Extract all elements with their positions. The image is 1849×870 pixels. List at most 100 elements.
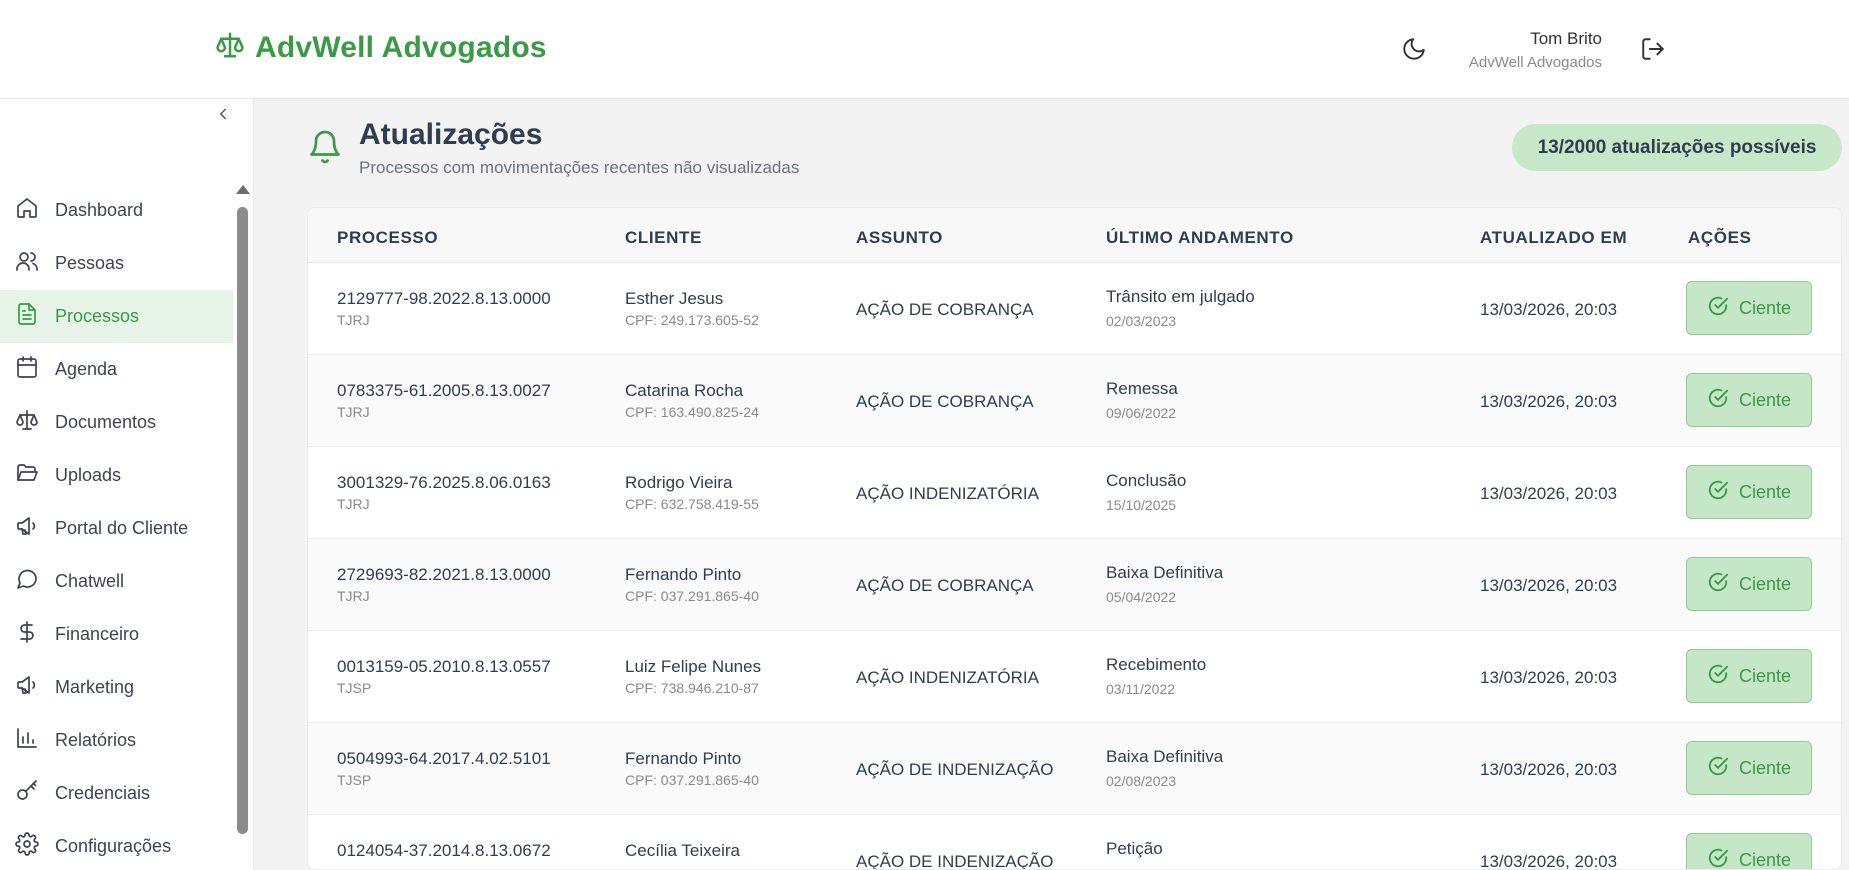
table-row[interactable]: 0124054-37.2014.8.13.0672 Cecília Teixei…: [308, 815, 1841, 870]
sidebar-item-configuracoes[interactable]: Configurações: [0, 820, 233, 870]
last-movement: Conclusão: [1106, 471, 1187, 490]
last-movement-date: 02/03/2023: [1106, 313, 1177, 329]
top-bar: AdvWell Advogados Tom Brito AdvWell Advo…: [0, 0, 1849, 99]
ciente-button[interactable]: Ciente: [1686, 373, 1812, 427]
updates-quota-badge: 13/2000 atualizações possíveis: [1512, 124, 1842, 171]
sidebar-item-agenda[interactable]: Agenda: [0, 343, 233, 396]
calendar-icon: [15, 355, 39, 384]
check-circle-icon: [1707, 755, 1729, 782]
process-number[interactable]: 2129777-98.2022.8.13.0000: [337, 289, 551, 309]
client-name: Fernando Pinto: [625, 565, 742, 584]
check-circle-icon: [1707, 663, 1729, 690]
check-circle-icon: [1707, 387, 1729, 414]
page-title: Atualizações: [359, 118, 543, 151]
updated-at: 13/03/2026, 20:03: [1480, 300, 1618, 319]
sidebar-item-financeiro[interactable]: Financeiro: [0, 608, 233, 661]
ciente-button[interactable]: Ciente: [1686, 649, 1812, 703]
client-cpf: CPF: 037.291.865-40: [625, 772, 759, 788]
updated-at: 13/03/2026, 20:03: [1480, 852, 1618, 870]
ciente-button[interactable]: Ciente: [1686, 465, 1812, 519]
client-name: Cecília Teixeira: [625, 841, 740, 860]
ciente-button[interactable]: Ciente: [1686, 741, 1812, 795]
collapse-sidebar-chevron-left-icon[interactable]: [214, 105, 232, 128]
column-header-atualizado-em: ATUALIZADO EM: [1480, 228, 1628, 247]
updated-at: 13/03/2026, 20:03: [1480, 668, 1618, 687]
ciente-button-label: Ciente: [1738, 757, 1792, 778]
sidebar-item-label: Marketing: [55, 677, 135, 697]
sidebar-item-dashboard[interactable]: Dashboard: [0, 184, 233, 237]
table-row[interactable]: 0013159-05.2010.8.13.0557 TJSP Luiz Feli…: [308, 631, 1841, 723]
ciente-button-label: Ciente: [1738, 849, 1792, 870]
process-number[interactable]: 0124054-37.2014.8.13.0672: [337, 841, 551, 861]
client-cpf: CPF: 249.173.605-52: [625, 312, 759, 328]
bar-chart-icon: [15, 726, 39, 755]
table-row[interactable]: 2729693-82.2021.8.13.0000 TJRJ Fernando …: [308, 539, 1841, 631]
table-row[interactable]: 3001329-76.2025.8.06.0163 TJRJ Rodrigo V…: [308, 447, 1841, 539]
ciente-button-label: Ciente: [1738, 297, 1792, 318]
sidebar-item-pessoas[interactable]: Pessoas: [0, 237, 233, 290]
chat-bubble-icon: [15, 567, 39, 596]
last-movement-date: 09/06/2022: [1106, 405, 1177, 421]
column-header-processo: PROCESSO: [337, 228, 439, 247]
sidebar-item-processos[interactable]: Processos: [0, 290, 233, 343]
sidebar-item-label: Documentos: [55, 412, 157, 432]
table-row[interactable]: 0504993-64.2017.4.02.5101 TJSP Fernando …: [308, 723, 1841, 815]
user-name: Tom Brito: [1530, 29, 1602, 48]
sidebar-item-relatorios[interactable]: Relatórios: [0, 714, 233, 767]
court: TJRJ: [337, 496, 370, 512]
check-circle-icon: [1707, 571, 1729, 598]
sidebar-item-label: Configurações: [55, 836, 172, 856]
logout-icon[interactable]: [1640, 36, 1666, 67]
sidebar-item-uploads[interactable]: Uploads: [0, 449, 233, 502]
file-text-icon: [15, 302, 39, 331]
folder-open-icon: [15, 461, 39, 490]
sidebar-item-label: Portal do Cliente: [55, 518, 189, 538]
sidebar-item-marketing[interactable]: Marketing: [0, 661, 233, 714]
last-movement: Baixa Definitiva: [1106, 747, 1224, 766]
brand[interactable]: AdvWell Advogados: [215, 30, 547, 65]
last-movement: Remessa: [1106, 379, 1178, 398]
ciente-button-label: Ciente: [1738, 665, 1792, 686]
updates-table: PROCESSO CLIENTE ASSUNTO ÚLTIMO ANDAMENT…: [307, 207, 1842, 870]
sidebar-item-credenciais[interactable]: Credenciais: [0, 767, 233, 820]
process-number[interactable]: 0013159-05.2010.8.13.0557: [337, 657, 551, 677]
sidebar-scrollbar-thumb[interactable]: [237, 207, 248, 834]
megaphone-icon: [15, 514, 39, 543]
theme-toggle-moon-icon[interactable]: [1401, 36, 1427, 67]
home-icon: [15, 196, 39, 225]
ciente-button[interactable]: Ciente: [1686, 281, 1812, 335]
ciente-button[interactable]: Ciente: [1686, 557, 1812, 611]
page-subtitle: Processos com movimentações recentes não…: [359, 158, 800, 177]
subject: AÇÃO DE COBRANÇA: [856, 300, 1034, 319]
updated-at: 13/03/2026, 20:03: [1480, 760, 1618, 779]
user-organization: AdvWell Advogados: [1468, 54, 1602, 71]
megaphone-icon: [15, 673, 39, 702]
process-number[interactable]: 2729693-82.2021.8.13.0000: [337, 565, 551, 585]
sidebar-item-chatwell[interactable]: Chatwell: [0, 555, 233, 608]
column-header-ultimo-andamento: ÚLTIMO ANDAMENTO: [1106, 228, 1294, 247]
process-number[interactable]: 0504993-64.2017.4.02.5101: [337, 749, 551, 769]
scrollbar-up-arrow[interactable]: [236, 185, 250, 194]
subject: AÇÃO DE COBRANÇA: [856, 392, 1034, 411]
column-header-assunto: ASSUNTO: [856, 228, 944, 247]
court: TJRJ: [337, 312, 370, 328]
process-number[interactable]: 3001329-76.2025.8.06.0163: [337, 473, 551, 493]
updated-at: 13/03/2026, 20:03: [1480, 576, 1618, 595]
user-info[interactable]: Tom Brito AdvWell Advogados: [1469, 29, 1602, 71]
updated-at: 13/03/2026, 20:03: [1480, 392, 1618, 411]
sidebar-item-label: Dashboard: [55, 200, 144, 220]
sidebar-item-documentos[interactable]: Documentos: [0, 396, 233, 449]
scale-icon: [15, 408, 39, 437]
court: TJSP: [337, 772, 372, 788]
column-header-cliente: CLIENTE: [625, 228, 702, 247]
ciente-button[interactable]: Ciente: [1686, 833, 1812, 870]
process-number[interactable]: 0783375-61.2005.8.13.0027: [337, 381, 551, 401]
court: TJRJ: [337, 404, 370, 420]
subject: AÇÃO INDENIZATÓRIA: [856, 484, 1039, 503]
sidebar-item-label: Credenciais: [55, 783, 151, 803]
table-row[interactable]: 0783375-61.2005.8.13.0027 TJRJ Catarina …: [308, 355, 1841, 447]
last-movement: Recebimento: [1106, 655, 1207, 674]
sidebar: Dashboard Pessoas Processos Agenda Docum…: [0, 99, 254, 870]
sidebar-item-portal-do-cliente[interactable]: Portal do Cliente: [0, 502, 233, 555]
table-row[interactable]: 2129777-98.2022.8.13.0000 TJRJ Esther Je…: [308, 263, 1841, 355]
